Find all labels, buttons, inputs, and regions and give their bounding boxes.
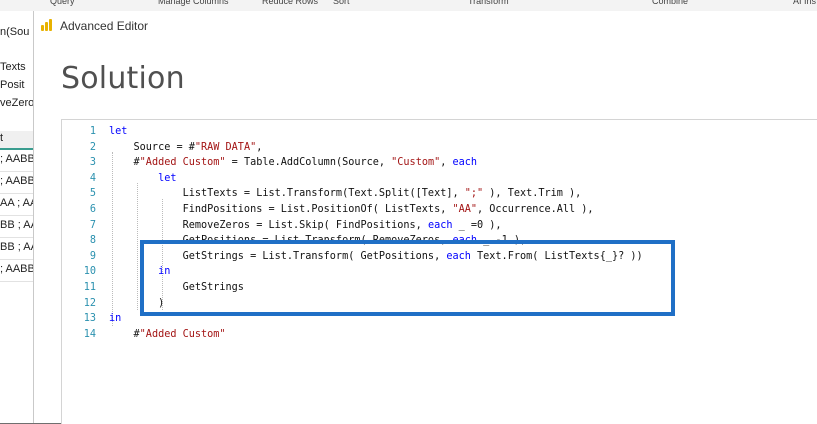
column-header[interactable]: t	[0, 131, 33, 150]
dialog-title: Advanced Editor	[60, 19, 149, 33]
code-text: #"Added Custom"	[109, 328, 226, 340]
ribbon-item[interactable]: Reduce Rows	[262, 0, 318, 6]
pane-text: veZero	[0, 97, 33, 109]
table-cell: BB ; AA	[0, 241, 33, 253]
table-row[interactable]: BB ; AA	[0, 215, 33, 238]
line-number: 3	[89, 157, 96, 169]
table-row[interactable]: BB ; AA	[0, 237, 33, 260]
line-number: 7	[89, 219, 96, 231]
query-name-heading: Solution	[61, 61, 185, 96]
ribbon-item[interactable]: Transform	[468, 0, 509, 6]
highlight-box	[140, 240, 675, 316]
line-number: 6	[89, 204, 96, 215]
table-row[interactable]: ; AABB	[0, 259, 33, 282]
table-cell: ; AABB	[0, 153, 33, 165]
ribbon-item[interactable]: Query	[50, 0, 75, 6]
pane-text: n(Sou	[0, 26, 30, 38]
advanced-editor-dialog: Advanced Editor Solution 1 let 2 Source = …	[33, 11, 817, 424]
pane-text: Posit	[0, 79, 25, 91]
code-text: FindPositions = List.PositionOf( ListTex…	[109, 204, 594, 215]
column-header-label: t	[0, 132, 4, 144]
line-number: 2	[89, 141, 96, 153]
code-line[interactable]: 2 Source = #"RAW DATA",	[62, 140, 817, 156]
table-cell: AA ; AA	[0, 197, 33, 209]
code-text: Source = #"RAW DATA",	[109, 141, 263, 153]
pane-text: Texts	[0, 61, 26, 73]
title-bar[interactable]: Advanced Editor	[34, 11, 817, 39]
ribbon-item[interactable]: Sort	[333, 0, 350, 6]
background-query-pane: n(Sou Texts Posit veZero t ; AABB ; AABB A…	[0, 11, 34, 423]
ribbon-item[interactable]: AI Ins	[793, 0, 816, 6]
line-number: 9	[89, 250, 96, 262]
code-line[interactable]: 14 #"Added Custom"	[62, 327, 817, 343]
table-row[interactable]: ; AABB	[0, 149, 33, 172]
table-row[interactable]: ; AABB	[0, 171, 33, 194]
line-number: 11	[83, 282, 96, 293]
code-line[interactable]: 1 let	[62, 124, 817, 140]
line-number: 10	[83, 266, 96, 278]
code-text: let	[109, 126, 128, 137]
line-number: 4	[89, 172, 96, 184]
line-number: 12	[83, 297, 96, 309]
code-line[interactable]: 4 let	[62, 171, 817, 187]
code-line[interactable]: 5 ListTexts = List.Transform(Text.Split(…	[62, 186, 817, 202]
code-text: let	[158, 172, 177, 184]
line-number: 14	[83, 328, 96, 340]
line-number: 5	[89, 188, 96, 200]
code-text: #"Added Custom" = Table.AddColumn(Source…	[109, 157, 478, 169]
table-cell: ; AABB	[0, 175, 33, 187]
code-line[interactable]: 7 RemoveZeros = List.Skip( FindPositions…	[62, 218, 817, 234]
table-row[interactable]: AA ; AA	[0, 193, 33, 216]
code-line[interactable]: 3 #"Added Custom" = Table.AddColumn(Sour…	[62, 155, 817, 171]
table-cell: ; AABB	[0, 263, 33, 275]
line-number: 8	[89, 235, 96, 247]
table-cell: BB ; AA	[0, 219, 33, 231]
line-number: 1	[89, 126, 96, 137]
code-line[interactable]: 6 FindPositions = List.PositionOf( ListT…	[62, 202, 817, 218]
line-number: 13	[83, 313, 96, 325]
code-text: RemoveZeros = List.Skip( FindPositions, …	[109, 219, 502, 231]
ribbon-item[interactable]: Manage Columns	[158, 0, 229, 6]
ribbon-item[interactable]: Combine	[652, 0, 688, 6]
code-text: ListTexts = List.Transform(Text.Split([T…	[109, 188, 582, 200]
power-bi-icon	[41, 19, 53, 31]
code-text: in	[109, 313, 122, 325]
